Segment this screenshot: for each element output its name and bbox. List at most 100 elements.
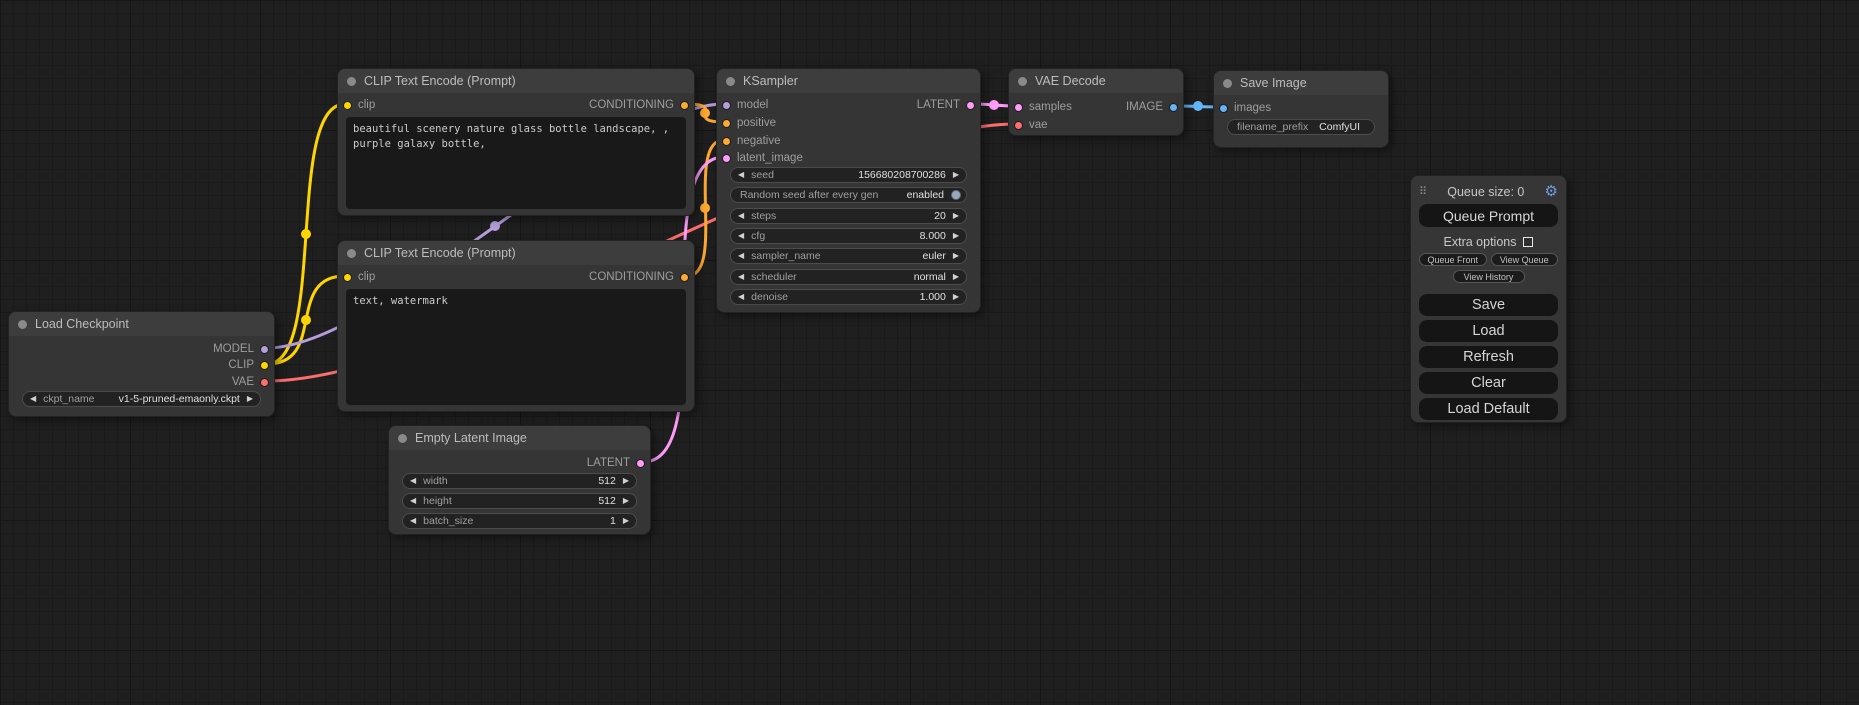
widget-filename-prefix[interactable]: filename_prefix ComfyUI [1227, 119, 1375, 135]
widget-height[interactable]: ◀ height 512 ▶ [402, 493, 637, 509]
input-slot-clip[interactable]: clip [343, 268, 375, 286]
link-midpoint-dot[interactable] [301, 229, 311, 239]
image-port-icon[interactable] [1219, 104, 1228, 113]
collapse-dot-icon[interactable] [18, 320, 27, 329]
node-title[interactable]: CLIP Text Encode (Prompt) [338, 241, 694, 265]
widget-random-seed-toggle[interactable]: Random seed after every gen enabled [730, 187, 967, 203]
arrow-left-icon[interactable]: ◀ [410, 517, 416, 525]
arrow-right-icon[interactable]: ▶ [623, 497, 629, 505]
latent-port-icon[interactable] [966, 101, 975, 110]
vae-port-icon[interactable] [1014, 121, 1023, 130]
link-midpoint-dot[interactable] [700, 203, 710, 213]
link-midpoint-dot[interactable] [700, 108, 710, 118]
load-default-button[interactable]: Load Default [1419, 398, 1558, 420]
toggle-knob-icon[interactable] [951, 190, 961, 200]
model-port-icon[interactable] [260, 345, 269, 354]
arrow-left-icon[interactable]: ◀ [738, 232, 744, 240]
input-slot-latent-image[interactable]: latent_image [722, 149, 803, 167]
widget-batch-size[interactable]: ◀ batch_size 1 ▶ [402, 513, 637, 529]
clear-button[interactable]: Clear [1419, 372, 1558, 394]
node-title[interactable]: Empty Latent Image [389, 426, 650, 450]
widget-seed[interactable]: ◀ seed 156680208700286 ▶ [730, 167, 967, 183]
extra-options-checkbox[interactable] [1523, 237, 1533, 247]
arrow-right-icon[interactable]: ▶ [953, 252, 959, 260]
widget-denoise[interactable]: ◀ denoise 1.000 ▶ [730, 289, 967, 305]
node-load-checkpoint[interactable]: Load Checkpoint MODEL CLIP VAE ◀ ckpt_na… [8, 311, 275, 417]
input-slot-model[interactable]: model [722, 96, 768, 114]
collapse-dot-icon[interactable] [726, 77, 735, 86]
arrow-right-icon[interactable]: ▶ [623, 517, 629, 525]
output-slot-latent[interactable]: LATENT [917, 96, 975, 114]
arrow-left-icon[interactable]: ◀ [738, 252, 744, 260]
settings-gear-icon[interactable]: ⚙ [1545, 184, 1558, 199]
arrow-left-icon[interactable]: ◀ [738, 171, 744, 179]
node-vae-decode[interactable]: VAE Decode samples vae IMAGE [1008, 68, 1184, 136]
arrow-left-icon[interactable]: ◀ [738, 293, 744, 301]
conditioning-port-icon[interactable] [722, 137, 731, 146]
input-slot-clip[interactable]: clip [343, 96, 375, 114]
arrow-right-icon[interactable]: ▶ [953, 232, 959, 240]
arrow-right-icon[interactable]: ▶ [953, 273, 959, 281]
collapse-dot-icon[interactable] [347, 77, 356, 86]
node-title[interactable]: VAE Decode [1009, 69, 1183, 93]
widget-scheduler[interactable]: ◀ scheduler normal ▶ [730, 269, 967, 285]
arrow-right-icon[interactable]: ▶ [953, 212, 959, 220]
widget-sampler-name[interactable]: ◀ sampler_name euler ▶ [730, 248, 967, 264]
collapse-dot-icon[interactable] [398, 434, 407, 443]
view-queue-button[interactable]: View Queue [1491, 253, 1559, 266]
refresh-button[interactable]: Refresh [1419, 346, 1558, 368]
collapse-dot-icon[interactable] [1223, 79, 1232, 88]
vae-port-icon[interactable] [260, 378, 269, 387]
clip-port-icon[interactable] [343, 273, 352, 282]
widget-steps[interactable]: ◀ steps 20 ▶ [730, 208, 967, 224]
node-title[interactable]: Save Image [1214, 71, 1388, 95]
latent-port-icon[interactable] [722, 154, 731, 163]
save-button[interactable]: Save [1419, 294, 1558, 316]
arrow-right-icon[interactable]: ▶ [953, 293, 959, 301]
clip-port-icon[interactable] [343, 101, 352, 110]
arrow-left-icon[interactable]: ◀ [738, 212, 744, 220]
clip-port-icon[interactable] [260, 361, 269, 370]
collapse-dot-icon[interactable] [1018, 77, 1027, 86]
conditioning-port-icon[interactable] [680, 101, 689, 110]
output-slot-image[interactable]: IMAGE [1126, 98, 1178, 116]
arrow-right-icon[interactable]: ▶ [623, 477, 629, 485]
conditioning-port-icon[interactable] [680, 273, 689, 282]
node-title[interactable]: KSampler [717, 69, 980, 93]
node-clip-text-encode-positive[interactable]: CLIP Text Encode (Prompt) clip CONDITION… [337, 68, 695, 216]
node-title[interactable]: Load Checkpoint [9, 312, 274, 336]
node-empty-latent-image[interactable]: Empty Latent Image LATENT ◀ width 512 ▶ … [388, 425, 651, 535]
collapse-dot-icon[interactable] [347, 249, 356, 258]
output-slot-conditioning[interactable]: CONDITIONING [589, 96, 689, 114]
prompt-text-area[interactable]: beautiful scenery nature glass bottle la… [346, 117, 686, 209]
comfy-menu-panel[interactable]: ⠿ Queue size: 0 ⚙ Queue Prompt Extra opt… [1410, 175, 1567, 423]
model-port-icon[interactable] [722, 101, 731, 110]
queue-front-button[interactable]: Queue Front [1419, 253, 1487, 266]
prompt-text-area[interactable]: text, watermark [346, 289, 686, 405]
input-slot-images[interactable]: images [1219, 99, 1271, 117]
view-history-button[interactable]: View History [1453, 270, 1525, 283]
link-midpoint-dot[interactable] [301, 315, 311, 325]
node-clip-text-encode-negative[interactable]: CLIP Text Encode (Prompt) clip CONDITION… [337, 240, 695, 412]
arrow-left-icon[interactable]: ◀ [410, 497, 416, 505]
link-midpoint-dot[interactable] [490, 221, 500, 231]
node-ksampler[interactable]: KSampler model positive negative latent_… [716, 68, 981, 313]
link-midpoint-dot[interactable] [1193, 101, 1203, 111]
conditioning-port-icon[interactable] [722, 119, 731, 128]
output-slot-latent[interactable]: LATENT [587, 454, 645, 472]
latent-port-icon[interactable] [636, 459, 645, 468]
widget-width[interactable]: ◀ width 512 ▶ [402, 473, 637, 489]
node-title[interactable]: CLIP Text Encode (Prompt) [338, 69, 694, 93]
arrow-left-icon[interactable]: ◀ [30, 395, 36, 403]
widget-ckpt-name[interactable]: ◀ ckpt_name v1-5-pruned-emaonly.ckpt ▶ [22, 391, 261, 407]
arrow-right-icon[interactable]: ▶ [953, 171, 959, 179]
output-slot-vae[interactable]: VAE [232, 373, 269, 391]
link-midpoint-dot[interactable] [989, 100, 999, 110]
widget-cfg[interactable]: ◀ cfg 8.000 ▶ [730, 228, 967, 244]
output-slot-conditioning[interactable]: CONDITIONING [589, 268, 689, 286]
arrow-right-icon[interactable]: ▶ [247, 395, 253, 403]
input-slot-positive[interactable]: positive [722, 114, 776, 132]
node-save-image[interactable]: Save Image images filename_prefix ComfyU… [1213, 70, 1389, 148]
arrow-left-icon[interactable]: ◀ [738, 273, 744, 281]
arrow-left-icon[interactable]: ◀ [410, 477, 416, 485]
